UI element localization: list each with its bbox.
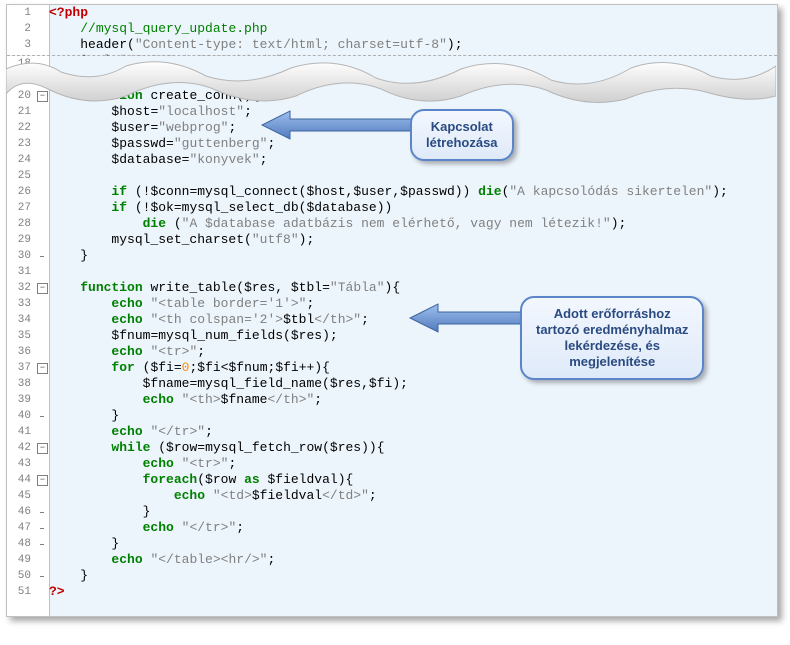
code-line: echo "<td>$fieldval</td>"; (49, 488, 777, 504)
line-gutter-bottom: 1819202122232425262728293031323334353637… (7, 56, 36, 616)
code-line: echo "<tr>"; (49, 456, 777, 472)
line-number: 28 (7, 216, 35, 232)
code-line: } (49, 408, 777, 424)
line-number: 43 (7, 456, 35, 472)
callout-text: Kapcsolat (431, 119, 493, 134)
callout-text: létrehozása (426, 135, 498, 150)
line-number: 46 (7, 504, 35, 520)
code-line: die ("A $database adatbázis nem elérhető… (49, 216, 777, 232)
code-line: } (49, 568, 777, 584)
code-line: function write_table($res, $tbl="Tábla")… (49, 280, 777, 296)
line-number: 32 (7, 280, 35, 296)
line-number: 25 (7, 168, 35, 184)
line-number: 22 (7, 120, 35, 136)
line-number: 37 (7, 360, 35, 376)
line-gutter-top: 123 (7, 5, 36, 55)
line-number: 35 (7, 328, 35, 344)
line-number: 51 (7, 584, 35, 600)
code-line: if (!$ok=mysql_select_db($database)) (49, 200, 777, 216)
code-line: <?php (49, 5, 777, 21)
code-screenshot: 123 <?php //mysql_query_update.php heade… (0, 0, 790, 645)
line-number: 2 (7, 21, 35, 37)
fold-toggle-icon[interactable]: − (37, 475, 48, 486)
line-number: 24 (7, 152, 35, 168)
callout-connection: Kapcsolat létrehozása (410, 109, 514, 161)
code-line: foreach($row as $fieldval){ (49, 472, 777, 488)
line-number: 40 (7, 408, 35, 424)
fold-end-icon (40, 528, 44, 529)
callout-text: tartozó eredményhalmaz (536, 322, 688, 337)
code-line (49, 168, 777, 184)
line-number: 27 (7, 200, 35, 216)
line-number: 49 (7, 552, 35, 568)
code-line: header("Content-type: text/html; charset… (49, 37, 777, 53)
line-number: 31 (7, 264, 35, 280)
line-number: 30 (7, 248, 35, 264)
fold-end-icon (40, 416, 44, 417)
code-line: //mysql_query_update.php (49, 21, 777, 37)
code-line: } (49, 504, 777, 520)
fold-toggle-icon[interactable]: − (37, 443, 48, 454)
callout-text: megjelenítése (569, 354, 655, 369)
code-line: echo "<th>$fname</th>"; (49, 392, 777, 408)
fold-toggle-icon[interactable]: − (37, 283, 48, 294)
line-number: 33 (7, 296, 35, 312)
line-number: 48 (7, 536, 35, 552)
fold-end-icon (40, 512, 44, 513)
code-line: function create_conn(){ (49, 88, 777, 104)
fold-end-icon (40, 544, 44, 545)
line-number: 34 (7, 312, 35, 328)
line-number: 19 (7, 72, 35, 88)
line-number: 50 (7, 568, 35, 584)
fold-margin-top (35, 5, 50, 55)
code-line (49, 72, 777, 88)
code-line: } (49, 248, 777, 264)
callout-write-table: Adott erőforráshoz tartozó eredményhalma… (520, 296, 704, 380)
fold-end-icon (40, 256, 44, 257)
line-number: 29 (7, 232, 35, 248)
line-number: 1 (7, 5, 35, 21)
fold-end-icon (40, 576, 44, 577)
callout-text: Adott erőforráshoz (554, 306, 671, 321)
code-line: } (49, 536, 777, 552)
line-number: 18 (7, 56, 35, 72)
code-line: echo "</tr>"; (49, 520, 777, 536)
code-top-slice: 123 <?php //mysql_query_update.php heade… (7, 5, 777, 56)
line-number: 3 (7, 37, 35, 53)
code-line: mysql_set_charset("utf8"); (49, 232, 777, 248)
line-number: 23 (7, 136, 35, 152)
line-number: 47 (7, 520, 35, 536)
code-line (49, 56, 777, 72)
line-number: 41 (7, 424, 35, 440)
fold-margin-bottom: − − − − − (35, 56, 50, 616)
code-line: echo "</table><hr/>"; (49, 552, 777, 568)
callout-text: lekérdezése, és (565, 338, 660, 353)
code-line: echo "</tr>"; (49, 424, 777, 440)
code-line: ?> (49, 584, 777, 600)
line-number: 39 (7, 392, 35, 408)
line-number: 26 (7, 184, 35, 200)
code-line: if (!$conn=mysql_connect($host,$user,$pa… (49, 184, 777, 200)
line-number: 45 (7, 488, 35, 504)
code-line (49, 264, 777, 280)
fold-toggle-icon[interactable]: − (37, 91, 48, 102)
line-number: 44 (7, 472, 35, 488)
line-number: 21 (7, 104, 35, 120)
line-number: 36 (7, 344, 35, 360)
code-line: while ($row=mysql_fetch_row($res)){ (49, 440, 777, 456)
line-number: 20 (7, 88, 35, 104)
line-number: 38 (7, 376, 35, 392)
line-number: 42 (7, 440, 35, 456)
fold-toggle-icon[interactable]: − (37, 363, 48, 374)
code-top: <?php //mysql_query_update.php header("C… (49, 5, 777, 55)
